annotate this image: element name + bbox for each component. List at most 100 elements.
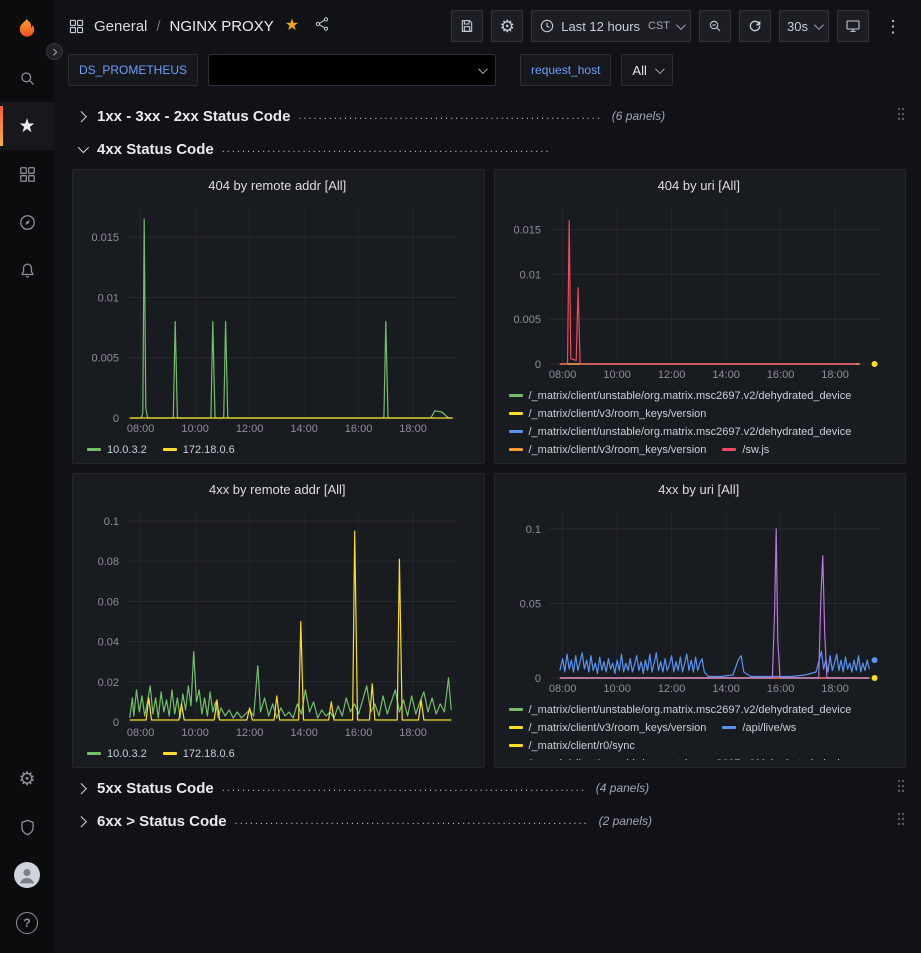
sidebar-item-server-admin[interactable]	[0, 803, 54, 851]
row-1xx-3xx-2xx-status-code[interactable]: 1xx - 3xx - 2xx Status Code ............…	[72, 103, 906, 129]
datasource-variable-select[interactable]	[208, 54, 496, 86]
legend-item[interactable]: /_matrix/client/r0/sync	[509, 737, 635, 753]
row-drag-handle[interactable]	[896, 106, 906, 127]
breadcrumb-folder[interactable]: General	[94, 18, 147, 35]
breadcrumb-separator: /	[156, 18, 160, 35]
refresh-interval-picker[interactable]: 30s	[779, 10, 829, 42]
legend-item[interactable]: /_matrix/client/v3/room_keys/version	[509, 405, 707, 421]
svg-text:0.1: 0.1	[104, 516, 119, 528]
legend-row: 10.0.3.2 172.18.0.6	[87, 742, 472, 760]
sidebar-item-search[interactable]	[0, 54, 54, 102]
grafana-logo[interactable]	[0, 0, 54, 54]
svg-text:0: 0	[534, 673, 540, 685]
legend-item[interactable]: /_matrix/client/unstable/org.matrix.msc2…	[509, 387, 852, 403]
zoom-out-time-button[interactable]	[699, 10, 731, 42]
panel-title[interactable]: 404 by remote addr [All]	[81, 175, 474, 199]
series-color-swatch	[509, 448, 523, 451]
row-4xx-status-code[interactable]: 4xx Status Code ........................…	[72, 136, 906, 162]
svg-text:08:00: 08:00	[127, 423, 155, 435]
monitor-icon	[845, 18, 861, 34]
legend-item[interactable]: /_matrix/client/unstable/org.matrix.msc2…	[509, 423, 852, 439]
row-drag-handle[interactable]	[896, 811, 906, 832]
star-icon: ★	[18, 117, 35, 136]
zoom-out-icon	[707, 18, 723, 34]
panel-title[interactable]: 4xx by remote addr [All]	[81, 479, 474, 503]
tv-mode-button[interactable]	[837, 10, 869, 42]
share-button[interactable]	[314, 16, 330, 37]
sidebar-item-help[interactable]: ?	[0, 899, 54, 947]
legend-item[interactable]: /_matrix/client/unstable/org.matrix.msc2…	[509, 755, 852, 761]
sidebar-item-profile[interactable]	[0, 851, 54, 899]
person-icon	[17, 865, 37, 885]
svg-text:0: 0	[113, 413, 119, 425]
svg-text:14:00: 14:00	[290, 423, 318, 435]
svg-text:0.005: 0.005	[513, 314, 541, 326]
grafana-flame-icon	[13, 13, 41, 41]
row-title: 6xx > Status Code	[97, 813, 227, 830]
sidebar-item-starred[interactable]: ★	[0, 102, 54, 150]
sidebar-item-alerting[interactable]	[0, 246, 54, 294]
favorite-star-icon[interactable]: ★	[285, 18, 299, 34]
legend-item[interactable]: 10.0.3.2	[87, 745, 147, 761]
panel-title[interactable]: 4xx by uri [All]	[503, 479, 896, 503]
svg-text:0.005: 0.005	[91, 353, 119, 365]
breadcrumb: General / NGINX PROXY ★	[68, 16, 330, 37]
chevron-right-icon	[78, 812, 86, 830]
row-panel-count: (4 panels)	[596, 781, 649, 795]
legend-item[interactable]: /_matrix/client/v3/room_keys/version	[509, 441, 707, 457]
time-series-chart[interactable]: 08:0010:0012:0014:0016:0018:0000.050.1	[503, 503, 896, 696]
search-icon	[18, 69, 37, 88]
sidebar-item-dashboards[interactable]	[0, 150, 54, 198]
row-title-dots: ........................................…	[222, 782, 586, 794]
legend-item[interactable]: /_matrix/client/unstable/org.matrix.msc2…	[509, 701, 852, 717]
time-range-picker[interactable]: Last 12 hours CST	[531, 10, 691, 42]
legend-item[interactable]: 172.18.0.6	[163, 441, 235, 457]
refresh-interval-label: 30s	[787, 19, 808, 34]
series-color-swatch	[509, 430, 523, 433]
panel-legend: /_matrix/client/unstable/org.matrix.msc2…	[503, 696, 896, 760]
legend-item[interactable]: /api/live/ws	[722, 719, 796, 735]
svg-text:10:00: 10:00	[181, 727, 209, 739]
refresh-dashboard-button[interactable]	[739, 10, 771, 42]
grafana-app: ★ ⚙ ?	[0, 0, 921, 953]
legend-row: /_matrix/client/unstable/org.matrix.msc2…	[509, 698, 894, 716]
series-color-swatch	[163, 752, 177, 755]
series-label: /sw.js	[742, 441, 769, 457]
row-panel-count: (2 panels)	[599, 814, 652, 828]
legend-item[interactable]: /sw.js	[722, 441, 769, 457]
legend-item[interactable]: 10.0.3.2	[87, 441, 147, 457]
series-label: /_matrix/client/unstable/org.matrix.msc2…	[529, 755, 852, 761]
legend-row: /_matrix/client/unstable/org.matrix.msc2…	[509, 752, 894, 760]
legend-item[interactable]: /_matrix/client/v3/room_keys/version	[509, 719, 707, 735]
sidebar-expand-button[interactable]	[46, 43, 63, 60]
dashboard-body: 1xx - 3xx - 2xx Status Code ............…	[54, 96, 921, 953]
sidebar-item-explore[interactable]	[0, 198, 54, 246]
time-series-chart[interactable]: 08:0010:0012:0014:0016:0018:0000.020.040…	[81, 503, 474, 740]
request-host-variable-select[interactable]: All	[621, 54, 672, 86]
svg-text:08:00: 08:00	[548, 683, 576, 695]
series-color-swatch	[509, 708, 523, 711]
row-5xx-status-code[interactable]: 5xx Status Code ........................…	[72, 775, 906, 801]
svg-text:18:00: 18:00	[399, 727, 427, 739]
series-color-swatch	[509, 726, 523, 729]
svg-text:14:00: 14:00	[712, 683, 740, 695]
time-series-chart[interactable]: 08:0010:0012:0014:0016:0018:0000.0050.01…	[81, 199, 474, 436]
more-options-button[interactable]: ⋮	[877, 10, 909, 42]
panel-404-by-remote-addr: 404 by remote addr [All] 08:0010:0012:00…	[72, 169, 485, 464]
legend-row: /_matrix/client/v3/room_keys/version/sw.…	[509, 438, 894, 456]
series-label: /_matrix/client/v3/room_keys/version	[529, 405, 707, 421]
svg-text:0.05: 0.05	[519, 598, 540, 610]
save-dashboard-button[interactable]	[451, 10, 483, 42]
clock-icon	[539, 18, 555, 34]
dashboard-title[interactable]: NGINX PROXY	[170, 18, 274, 35]
time-series-chart[interactable]: 08:0010:0012:0014:0016:0018:0000.0050.01…	[503, 199, 896, 382]
sidebar-item-configuration[interactable]: ⚙	[0, 755, 54, 803]
dashboard-settings-button[interactable]: ⚙	[491, 10, 523, 42]
row-drag-handle[interactable]	[896, 778, 906, 799]
row-6xx-status-code[interactable]: 6xx > Status Code ......................…	[72, 808, 906, 834]
main-area: General / NGINX PROXY ★ ⚙ Last 12 hours	[54, 0, 921, 953]
legend-item[interactable]: 172.18.0.6	[163, 745, 235, 761]
panel-title[interactable]: 404 by uri [All]	[503, 175, 896, 199]
svg-text:0.01: 0.01	[519, 269, 540, 281]
series-label: /_matrix/client/unstable/org.matrix.msc2…	[529, 387, 852, 403]
